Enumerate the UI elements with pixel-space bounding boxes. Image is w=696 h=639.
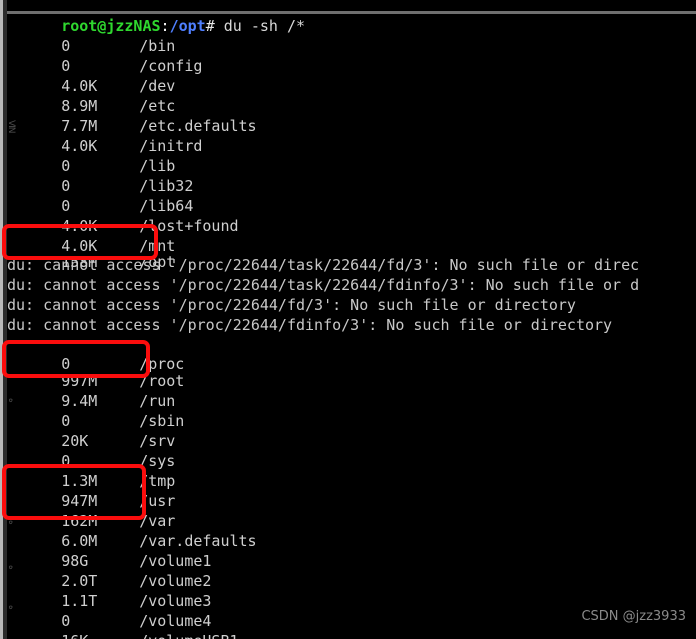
du-entry-row: 0/lib32 [7,156,193,195]
du-entry-row: 6.0M/var.defaults [7,511,256,550]
window-left-inner-edge [3,0,7,639]
window-left-edge [0,0,3,639]
command-du: du -sh /* [214,17,306,35]
du-entry-row: 1.1T/volume3 [7,571,211,610]
side-watermark-glyph: ﻩ [6,520,16,525]
du-entry-row: 1.3M/tmp [7,451,175,490]
du-entry-row: 0/bin [7,16,175,55]
side-watermark-glyph: ﻩ [6,398,16,403]
du-entry-row: 9.4M/run [7,371,175,410]
du-error-line: du: cannot access '/proc/22644/task/2264… [7,276,640,294]
side-watermark-glyph: ﻩ [6,605,16,610]
du-error-line: du: cannot access '/proc/22644/task/2264… [7,256,640,274]
du-entry-row-usr: 947M/usr [7,471,175,510]
du-entry-row: 16K/volumeUSB1 [7,611,238,639]
du-entry-row: 7.7M/etc.defaults [7,96,256,135]
du-entry-row: 8.9M/etc [7,76,175,115]
du-entry-row: 4.0K/initrd [7,116,202,155]
du-entry-row: 4.0K/lost+found [7,196,238,235]
du-entry-row-opt: 158M/opt [7,232,175,271]
du-entry-row: 0/lib [7,136,175,175]
du-entry-row: 98G/volume1 [7,531,211,570]
side-watermark-glyph: ﻩ [6,565,16,570]
du-entry-row-root: 997M/root [7,351,184,390]
terminal-window: root@jzzNAS:/opt# du -sh /* 0/bin 0/conf… [0,0,696,639]
du-entry-row: 0/lib64 [7,176,193,215]
du-entry-row: 4.0K/dev [7,56,175,95]
du-entry-row: 0/sys [7,431,175,470]
prompt-line-last: root@jzzNAS:/opt# cd /opt [7,631,287,639]
prompt-hash: # [205,17,215,35]
du-entry-row: 0/config [7,36,202,75]
window-top-edge [0,11,696,14]
du-error-line: du: cannot access '/proc/22644/fdinfo/3'… [7,316,613,334]
du-error-line: du: cannot access '/proc/22644/fd/3': No… [7,296,576,314]
csdn-watermark: CSDN @jzz3933 [581,609,686,624]
du-entry-row: 2.0T/volume2 [7,551,211,590]
du-entry-row: 0/sbin [7,391,184,430]
du-entry-row: 20K/srv [7,411,175,450]
terminal-output-area[interactable]: root@jzzNAS:/opt# du -sh /* 0/bin 0/conf… [0,0,696,639]
du-entry-row: 0/volume4 [7,591,211,630]
du-entry-row-var: 162M/var [7,491,175,530]
side-watermark-glyph: VIN [6,120,16,133]
